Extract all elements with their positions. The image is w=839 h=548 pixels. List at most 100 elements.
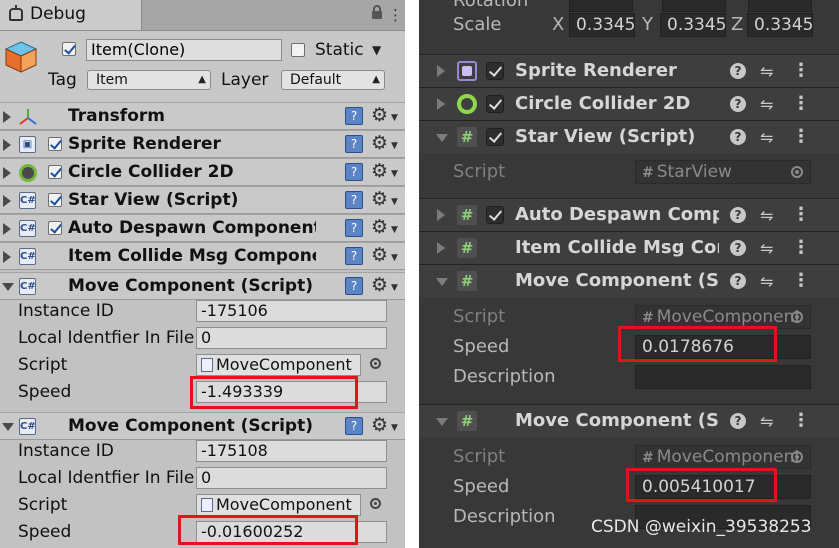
scale-z-field[interactable]: 0.3345	[747, 13, 813, 37]
foldout-arrow-icon[interactable]	[3, 167, 11, 179]
kebab-menu-icon[interactable]: ⋮	[792, 410, 810, 431]
object-picker-icon[interactable]	[370, 498, 381, 509]
help-book-icon[interactable]: ?	[345, 417, 363, 435]
local-id-field[interactable]: 0	[196, 327, 387, 349]
help-icon[interactable]: ?	[730, 413, 746, 429]
help-book-icon[interactable]: ?	[345, 107, 363, 125]
foldout-arrow-icon[interactable]	[3, 139, 11, 151]
component-header-auto-despawn[interactable]: # Auto Despawn Component ? ⇋ ⋮	[419, 198, 839, 231]
scale-x-field[interactable]: 0.3345	[569, 13, 635, 37]
speed-field[interactable]: -1.493339	[196, 381, 387, 403]
speed-field[interactable]: -0.01600252	[196, 521, 387, 543]
gear-icon[interactable]: ⚙	[371, 414, 388, 436]
presets-sliders-icon[interactable]: ⇋	[760, 95, 773, 114]
component-header-transform[interactable]: Transform ? ⚙ ▼	[0, 102, 405, 130]
foldout-arrow-icon[interactable]	[436, 278, 448, 286]
component-header-star-view[interactable]: C# Star View (Script) ? ⚙ ▼	[0, 186, 405, 214]
foldout-arrow-icon[interactable]	[3, 195, 11, 207]
tag-dropdown[interactable]: Item ▲	[87, 70, 211, 90]
foldout-arrow-icon[interactable]	[437, 242, 445, 254]
component-enabled-checkbox[interactable]	[486, 206, 504, 224]
gear-icon[interactable]: ⚙	[371, 244, 388, 266]
foldout-arrow-icon[interactable]	[437, 65, 445, 77]
component-enabled-checkbox[interactable]	[486, 95, 504, 113]
kebab-menu-icon[interactable]: ⋮	[792, 60, 810, 81]
object-picker-icon[interactable]	[791, 166, 803, 178]
tab-menu-icon[interactable]: ⋮	[388, 6, 403, 24]
help-book-icon[interactable]: ?	[345, 277, 363, 295]
gear-icon[interactable]: ⚙	[371, 274, 388, 296]
speed-field[interactable]: 0.005410017	[635, 475, 811, 499]
component-header-circle-collider-2d[interactable]: Circle Collider 2D ? ⚙ ▼	[0, 158, 405, 186]
presets-sliders-icon[interactable]: ⇋	[760, 128, 773, 147]
help-icon[interactable]: ?	[730, 207, 746, 223]
kebab-menu-icon[interactable]: ⋮	[792, 126, 810, 147]
help-book-icon[interactable]: ?	[345, 163, 363, 181]
help-icon[interactable]: ?	[730, 129, 746, 145]
component-header-sprite-renderer[interactable]: ▣ Sprite Renderer ? ⚙ ▼	[0, 130, 405, 158]
kebab-menu-icon[interactable]: ⋮	[792, 93, 810, 114]
foldout-arrow-icon[interactable]	[437, 98, 445, 110]
component-header-item-collide-msg[interactable]: C# Item Collide Msg Component ? ⚙▼	[0, 242, 405, 270]
script-object-field[interactable]: MoveComponent	[196, 354, 361, 376]
script-object-field[interactable]: # MoveComponent	[635, 445, 811, 469]
kebab-menu-icon[interactable]: ⋮	[792, 237, 810, 258]
presets-sliders-icon[interactable]: ⇋	[760, 412, 773, 431]
foldout-arrow-icon[interactable]	[2, 423, 14, 431]
presets-sliders-icon[interactable]: ⇋	[760, 272, 773, 291]
gear-icon[interactable]: ⚙	[371, 132, 388, 154]
help-icon[interactable]: ?	[730, 63, 746, 79]
instance-id-field[interactable]: -175108	[196, 440, 387, 462]
component-header-circle-collider-2d[interactable]: Circle Collider 2D ? ⇋ ⋮	[419, 87, 839, 120]
object-picker-icon[interactable]	[791, 311, 803, 323]
debug-tab[interactable]: Debug	[0, 0, 142, 30]
component-header-sprite-renderer[interactable]: Sprite Renderer ? ⇋ ⋮	[419, 54, 839, 87]
component-enabled-checkbox[interactable]	[48, 193, 62, 207]
component-header-move-component-1[interactable]: C# Move Component (Script) ? ⚙ ▼	[0, 272, 405, 300]
help-book-icon[interactable]: ?	[345, 219, 363, 237]
gameobject-active-checkbox[interactable]	[62, 42, 76, 56]
layer-dropdown[interactable]: Default ▲	[281, 70, 385, 90]
script-object-field[interactable]: MoveComponent	[196, 494, 361, 516]
description-field[interactable]	[635, 365, 811, 389]
gear-icon[interactable]: ⚙	[371, 160, 388, 182]
speed-field[interactable]: 0.0178676	[635, 335, 811, 359]
static-dropdown-arrow-icon[interactable]: ▼	[372, 43, 381, 57]
help-icon[interactable]: ?	[730, 96, 746, 112]
foldout-arrow-icon[interactable]	[3, 223, 11, 235]
component-enabled-checkbox[interactable]	[48, 137, 62, 151]
local-id-field[interactable]: 0	[196, 467, 387, 489]
help-icon[interactable]: ?	[730, 240, 746, 256]
script-object-field[interactable]: # StarView	[635, 160, 811, 184]
foldout-arrow-icon[interactable]	[3, 111, 11, 123]
foldout-arrow-icon[interactable]	[436, 418, 448, 426]
component-header-item-collide-msg[interactable]: # Item Collide Msg Component ? ⇋ ⋮	[419, 231, 839, 264]
component-enabled-checkbox[interactable]	[486, 62, 504, 80]
help-book-icon[interactable]: ?	[345, 247, 363, 265]
gear-icon[interactable]: ⚙	[371, 216, 388, 238]
foldout-arrow-icon[interactable]	[2, 283, 14, 291]
component-header-star-view[interactable]: # Star View (Script) ? ⇋ ⋮	[419, 120, 839, 153]
help-book-icon[interactable]: ?	[345, 191, 363, 209]
component-enabled-checkbox[interactable]	[486, 128, 504, 146]
kebab-menu-icon[interactable]: ⋮	[792, 270, 810, 291]
scale-y-field[interactable]: 0.3345	[660, 13, 726, 37]
kebab-menu-icon[interactable]: ⋮	[792, 204, 810, 225]
foldout-arrow-icon[interactable]	[437, 209, 445, 221]
gear-icon[interactable]: ⚙	[371, 104, 388, 126]
component-enabled-checkbox[interactable]	[48, 165, 62, 179]
object-picker-icon[interactable]	[791, 451, 803, 463]
static-checkbox[interactable]	[291, 43, 305, 57]
component-header-move-component-2[interactable]: C# Move Component (Script) ? ⚙ ▼	[0, 412, 405, 440]
foldout-arrow-icon[interactable]	[436, 134, 448, 142]
component-header-auto-despawn[interactable]: C# Auto Despawn Component ? ⚙ ▼	[0, 214, 405, 242]
gear-icon[interactable]: ⚙	[371, 188, 388, 210]
component-enabled-checkbox[interactable]	[48, 221, 62, 235]
presets-sliders-icon[interactable]: ⇋	[760, 239, 773, 258]
instance-id-field[interactable]: -175106	[196, 300, 387, 322]
script-object-field[interactable]: # MoveComponent	[635, 305, 811, 329]
lock-icon[interactable]	[372, 5, 382, 19]
presets-sliders-icon[interactable]: ⇋	[760, 62, 773, 81]
object-picker-icon[interactable]	[370, 358, 381, 369]
help-icon[interactable]: ?	[730, 273, 746, 289]
